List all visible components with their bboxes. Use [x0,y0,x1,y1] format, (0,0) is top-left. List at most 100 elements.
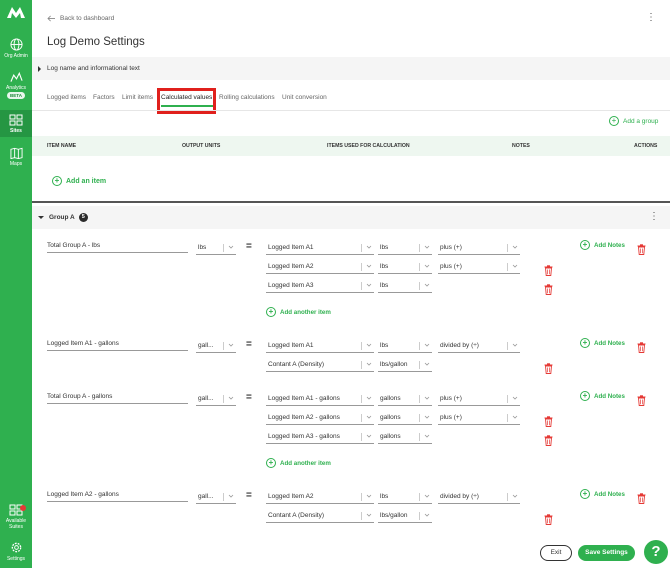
arrow-left-icon [47,15,55,22]
calc-unit-select[interactable]: lbs [378,341,432,353]
tab-unit-conversion[interactable]: Unit conversion [282,94,327,101]
sidebar-item-maps[interactable]: Maps [0,147,32,167]
add-item-label: Add an item [66,177,107,185]
chart-line-icon [9,71,23,82]
delete-calc-icon[interactable] [637,393,646,406]
delete-row-icon[interactable] [544,282,553,295]
calc-item-select[interactable]: Contant A (Density) [266,511,374,523]
help-button[interactable]: ? [644,540,668,564]
delete-calc-icon[interactable] [637,491,646,504]
group-header[interactable]: Group A 5 [32,206,670,229]
output-unit-select[interactable]: lbs [196,243,236,255]
output-unit-select[interactable]: gall... [196,341,236,353]
calc-item-select[interactable]: Logged Item A3 [266,281,374,293]
column-header-output-units: OUTPUT UNITS [182,143,221,149]
calc-unit-select[interactable]: lbs/gallon [378,360,432,372]
calc-item-select[interactable]: Logged Item A1 - gallons [266,394,374,406]
output-unit-select[interactable]: gall... [196,492,236,504]
exit-button[interactable]: Exit [540,545,572,561]
calc-item-select[interactable]: Logged Item A2 [266,492,374,504]
calc-unit-select[interactable]: gallons [378,432,432,444]
calc-unit-select[interactable]: gallons [378,394,432,406]
calc-item-select[interactable]: Logged Item A3 - gallons [266,432,374,444]
equals-sign: = [246,339,252,350]
dropdown-separator [361,361,362,369]
chevron-down-icon [366,512,372,518]
operator-select[interactable]: plus (+) [438,413,520,425]
chevron-down-icon [512,493,518,499]
add-notes-button[interactable]: + Add Notes [580,240,625,250]
sidebar-item-sites[interactable]: Sites [0,110,32,137]
operator-select[interactable]: plus (+) [438,262,520,274]
add-another-item-button[interactable]: + Add another item [266,307,331,317]
caret-down-icon [38,216,44,219]
calc-name-input[interactable]: Total Group A - lbs [47,241,188,253]
calc-unit-select[interactable]: lbs [378,492,432,504]
calc-item-select-value: Logged Item A2 - gallons [268,414,340,421]
add-item-button[interactable]: + Add an item [52,176,106,186]
app-logo-icon[interactable] [6,5,26,19]
calc-item-select[interactable]: Logged Item A2 - gallons [266,413,374,425]
chevron-down-icon [228,244,234,250]
dropdown-separator [223,395,224,403]
group-menu-icon[interactable]: ⋮ [649,212,659,222]
operator-select[interactable]: plus (+) [438,243,520,255]
calc-name-input[interactable]: Logged Item A1 - gallons [47,339,188,351]
sidebar-item-analytics[interactable]: Analytics BETA [0,71,32,99]
add-another-item-button[interactable]: + Add another item [266,458,331,468]
notification-dot [20,505,26,511]
add-notes-button[interactable]: + Add Notes [580,391,625,401]
calc-name-input[interactable]: Logged Item A2 - gallons [47,490,188,502]
calc-name-input[interactable]: Total Group A - gallons [47,392,188,404]
dropdown-separator [419,244,420,252]
save-settings-button[interactable]: Save Settings [578,545,635,561]
calc-item-select[interactable]: Logged Item A2 [266,262,374,274]
sidebar-item-available-suites[interactable]: Available Suites [0,504,32,530]
dropdown-separator [419,361,420,369]
calc-item-select[interactable]: Contant A (Density) [266,360,374,372]
delete-row-icon[interactable] [544,512,553,525]
plus-circle-icon: + [266,458,276,468]
log-name-section-toggle[interactable]: Log name and informational text [32,57,670,80]
page-menu-icon[interactable]: ⋮ [646,13,656,23]
tab-logged-items[interactable]: Logged items [47,94,86,101]
back-to-dashboard-link[interactable]: Back to dashboard [47,15,114,22]
add-notes-button[interactable]: + Add Notes [580,489,625,499]
chevron-down-icon [424,433,430,439]
plus-circle-icon: + [609,116,619,126]
delete-row-icon[interactable] [544,263,553,276]
sidebar-item-settings[interactable]: Settings [0,541,32,562]
delete-calc-icon[interactable] [637,242,646,255]
operator-select[interactable]: divided by (÷) [438,341,520,353]
output-unit-select-value: gall... [198,395,214,402]
add-notes-button[interactable]: + Add Notes [580,338,625,348]
calc-unit-select-value: lbs [380,263,389,270]
tab-limit-items[interactable]: Limit items [122,94,153,101]
delete-row-icon[interactable] [544,361,553,374]
tab-factors[interactable]: Factors [93,94,115,101]
dropdown-separator [507,395,508,403]
delete-calc-icon[interactable] [637,340,646,353]
operator-select[interactable]: divided by (÷) [438,492,520,504]
output-unit-select[interactable]: gall... [196,394,236,406]
calc-unit-select-value: lbs [380,493,389,500]
calc-unit-select[interactable]: lbs/gallon [378,511,432,523]
operator-select[interactable]: plus (+) [438,394,520,406]
calc-unit-select[interactable]: lbs [378,243,432,255]
tab-rolling-calculations[interactable]: Rolling calculations [219,94,275,101]
chevron-down-icon [424,263,430,269]
sidebar-item-org-admin[interactable]: Org Admin [0,38,32,59]
calc-unit-select[interactable]: lbs [378,281,432,293]
delete-row-icon[interactable] [544,433,553,446]
add-group-button[interactable]: + Add a group [609,116,658,126]
plus-circle-icon: + [580,240,590,250]
calc-item-select[interactable]: Logged Item A1 [266,243,374,255]
operator-select-value: divided by (÷) [440,493,479,500]
calc-unit-select[interactable]: lbs [378,262,432,274]
delete-row-icon[interactable] [544,414,553,427]
chevron-down-icon [228,342,234,348]
calc-item-select[interactable]: Logged Item A1 [266,341,374,353]
chevron-down-icon [512,263,518,269]
dropdown-separator [507,244,508,252]
calc-unit-select[interactable]: gallons [378,413,432,425]
